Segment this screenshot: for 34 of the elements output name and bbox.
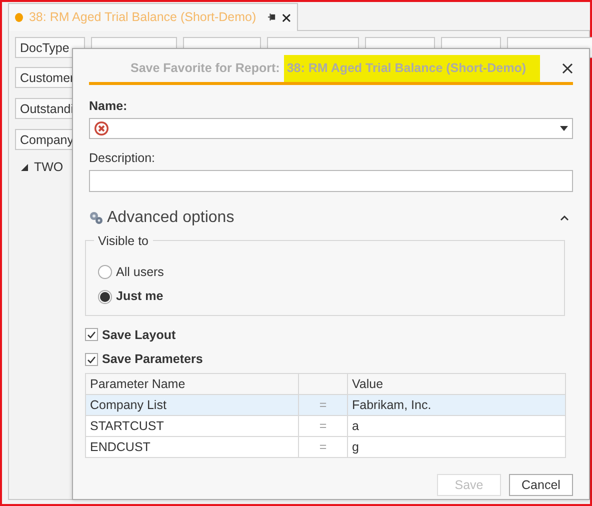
checkbox[interactable] (85, 353, 98, 366)
radio-label[interactable]: All users (116, 262, 164, 282)
radio-button[interactable] (98, 290, 112, 304)
field-label: Description: (89, 150, 156, 167)
section-header: Advanced options (107, 208, 236, 228)
table-cell[interactable]: STARTCUST (86, 416, 298, 436)
checkbox-label[interactable]: Save Parameters (102, 350, 203, 369)
radio-button[interactable] (98, 264, 112, 279)
column-header: Parameter Name (86, 374, 298, 394)
close-icon[interactable] (282, 12, 291, 22)
table-cell[interactable]: Company List (86, 394, 298, 416)
cancel-button[interactable]: Cancel (509, 474, 573, 496)
table-cell[interactable]: a (348, 416, 566, 436)
table-cell[interactable]: ENDCUST (86, 436, 298, 458)
tab-title: 38: RM Aged Trial Balance (Short-Demo) (28, 9, 256, 26)
checkbox-label[interactable]: Save Layout (102, 326, 176, 344)
description-field[interactable] (89, 170, 573, 192)
checkbox[interactable] (85, 328, 98, 342)
dropdown-arrow-icon[interactable] (560, 126, 568, 131)
close-icon[interactable] (562, 63, 573, 74)
dialog-title: Save Favorite for Report: (130, 60, 280, 78)
field-tile[interactable]: DocType (15, 37, 85, 58)
collapse-caret-icon[interactable] (560, 214, 569, 220)
pin-icon[interactable] (268, 13, 276, 22)
table-cell[interactable]: Fabrikam, Inc. (348, 394, 566, 416)
radio-label[interactable]: Just me (116, 287, 164, 306)
column-header: Value (348, 374, 566, 394)
highlighted-title: 38: RM Aged Trial Balance (Short-Demo) (284, 55, 540, 82)
field-label: Name: (89, 98, 128, 115)
gears-icon (89, 211, 103, 224)
table-cell[interactable]: g (348, 436, 566, 458)
tree-node-label[interactable]: TWO (34, 158, 64, 177)
expanded-arrow-icon[interactable] (21, 164, 28, 171)
status-dot-icon (15, 13, 23, 22)
